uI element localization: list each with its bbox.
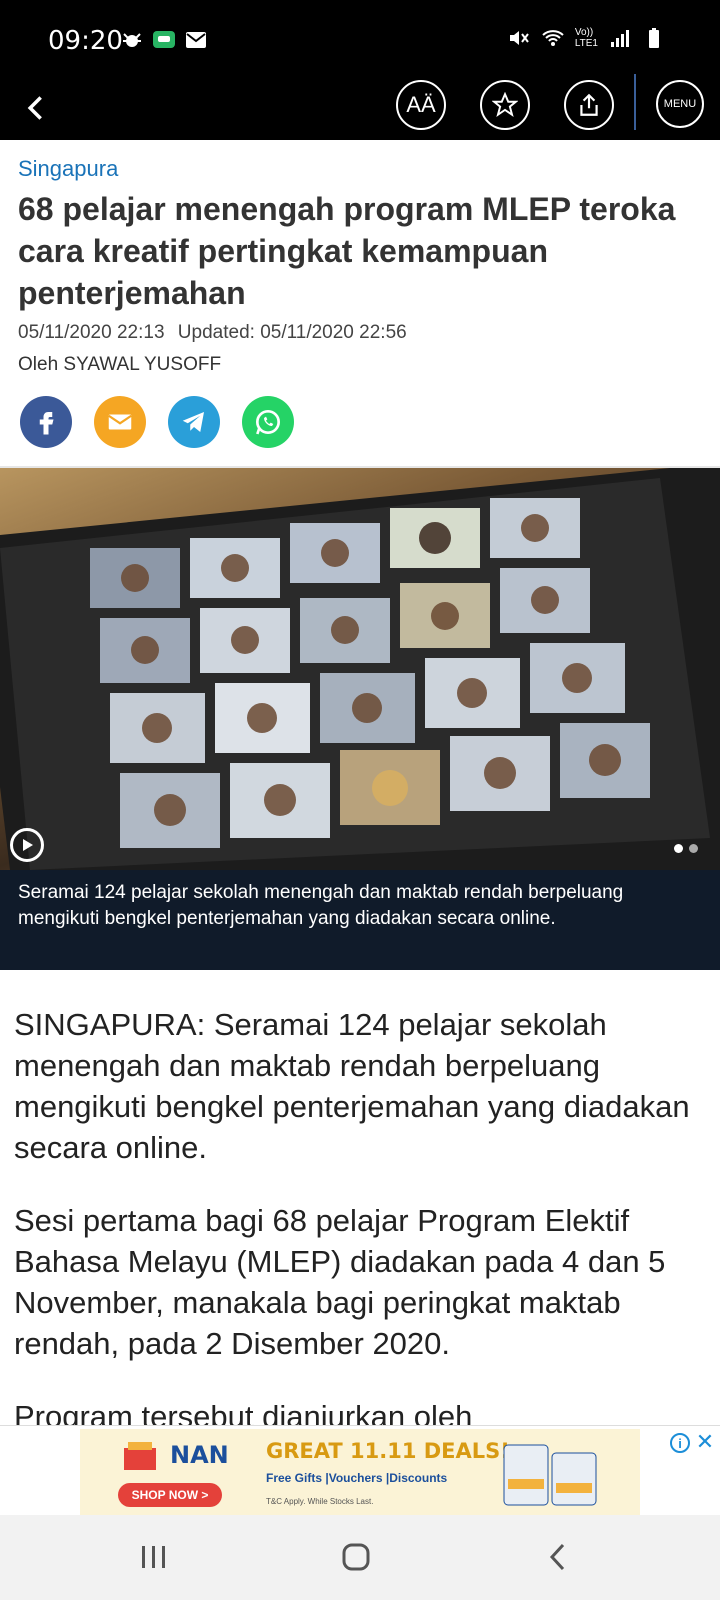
- article-author: Oleh SYAWAL YUSOFF: [18, 354, 222, 375]
- app-toolbar: AÄ MENU: [0, 74, 720, 140]
- laptop-video-call-image: [0, 468, 720, 870]
- status-bar: 09:20 Vo)) LTE1: [0, 0, 720, 80]
- bug-icon: [123, 33, 141, 47]
- bookmark-button[interactable]: [480, 80, 530, 130]
- gallery-dot[interactable]: [689, 844, 698, 853]
- recent-apps-button[interactable]: [124, 1537, 184, 1577]
- ad-info-icon[interactable]: i: [670, 1433, 690, 1453]
- whatsapp-icon: [256, 410, 280, 435]
- share-facebook-button[interactable]: [20, 396, 72, 448]
- email-icon: [108, 414, 132, 430]
- network-label-bottom: LTE1: [574, 38, 598, 49]
- article-photo[interactable]: [0, 468, 720, 870]
- article-dates: 05/11/2020 22:13 Updated: 05/11/2020 22:…: [18, 322, 407, 344]
- updated-date: Updated: 05/11/2020 22:56: [177, 322, 407, 343]
- text-size-icon: AÄ: [406, 92, 436, 117]
- mail-icon: [186, 32, 206, 48]
- published-date: 05/11/2020 22:13: [18, 322, 165, 343]
- ad-brand: NAN: [170, 1441, 229, 1469]
- share-whatsapp-button[interactable]: [242, 396, 294, 448]
- system-navigation-bar: [0, 1515, 720, 1600]
- ad-creative[interactable]: NAN SHOP NOW > GREAT 11.11 DEALS! Free G…: [80, 1429, 714, 1515]
- ad-shop-now-button[interactable]: SHOP NOW >: [118, 1483, 222, 1507]
- article-headline: 68 pelajar menengah program MLEP teroka …: [18, 191, 676, 311]
- nav-back-button[interactable]: [528, 1537, 588, 1577]
- share-telegram-button[interactable]: [168, 396, 220, 448]
- share-row: [20, 396, 294, 448]
- gallery-indicator: [674, 844, 698, 853]
- ad-banner: NAN SHOP NOW > GREAT 11.11 DEALS! Free G…: [0, 1425, 720, 1515]
- play-video-button[interactable]: [10, 828, 44, 862]
- status-time: 09:20: [48, 26, 123, 56]
- section-link[interactable]: Singapura: [18, 156, 118, 182]
- chevron-left-icon: [27, 96, 42, 120]
- telegram-icon: [182, 412, 204, 432]
- menu-label: MENU: [663, 98, 697, 110]
- photo-caption: Seramai 124 pelajar sekolah menengah dan…: [0, 870, 720, 970]
- ad-headline: GREAT 11.11 DEALS!: [266, 1439, 510, 1463]
- system-icons: Vo)) LTE1: [507, 26, 666, 50]
- article-paragraph: Sesi pertama bagi 68 pelajar Program Ele…: [14, 1203, 666, 1361]
- text-size-button[interactable]: AÄ: [396, 80, 446, 130]
- article-body: SINGAPURA: Seramai 124 pelajar sekolah m…: [14, 1004, 710, 1425]
- shop-logo-icon: [100, 1437, 180, 1473]
- share-icon: [580, 93, 598, 116]
- menu-button[interactable]: MENU: [656, 80, 704, 128]
- battery-icon: [649, 28, 659, 48]
- home-icon: [342, 1543, 370, 1571]
- ad-subline: Free Gifts |Vouchers |Discounts: [266, 1471, 448, 1485]
- ad-fine-print: T&C Apply. While Stocks Last.: [266, 1497, 374, 1506]
- back-icon: [549, 1543, 565, 1571]
- article-paragraph: SINGAPURA: Seramai 124 pelajar sekolah m…: [14, 1007, 690, 1165]
- recent-apps-icon: [142, 1546, 165, 1568]
- notification-icons: [120, 28, 208, 52]
- play-icon: [23, 839, 33, 851]
- chat-app-icon: [153, 31, 175, 48]
- gallery-dot[interactable]: [674, 844, 683, 853]
- ad-close-button[interactable]: ✕: [694, 1429, 716, 1454]
- wifi-icon: [542, 30, 564, 46]
- article-body-viewport: SINGAPURA: Seramai 124 pelajar sekolah m…: [0, 990, 720, 1425]
- share-email-button[interactable]: [94, 396, 146, 448]
- share-button[interactable]: [564, 80, 614, 130]
- article-paragraph: Program tersebut dianjurkan oleh: [14, 1399, 473, 1425]
- home-button[interactable]: [326, 1537, 386, 1577]
- facebook-icon: [39, 412, 54, 435]
- product-cans-image: [503, 1444, 597, 1506]
- network-label-top: Vo)): [574, 27, 594, 38]
- network-type-icon: Vo)) LTE1: [575, 27, 598, 49]
- mute-icon: [509, 31, 529, 45]
- back-button[interactable]: [12, 84, 60, 132]
- star-icon: [492, 92, 518, 118]
- toolbar-divider: [634, 74, 636, 130]
- signal-icon: [611, 30, 629, 47]
